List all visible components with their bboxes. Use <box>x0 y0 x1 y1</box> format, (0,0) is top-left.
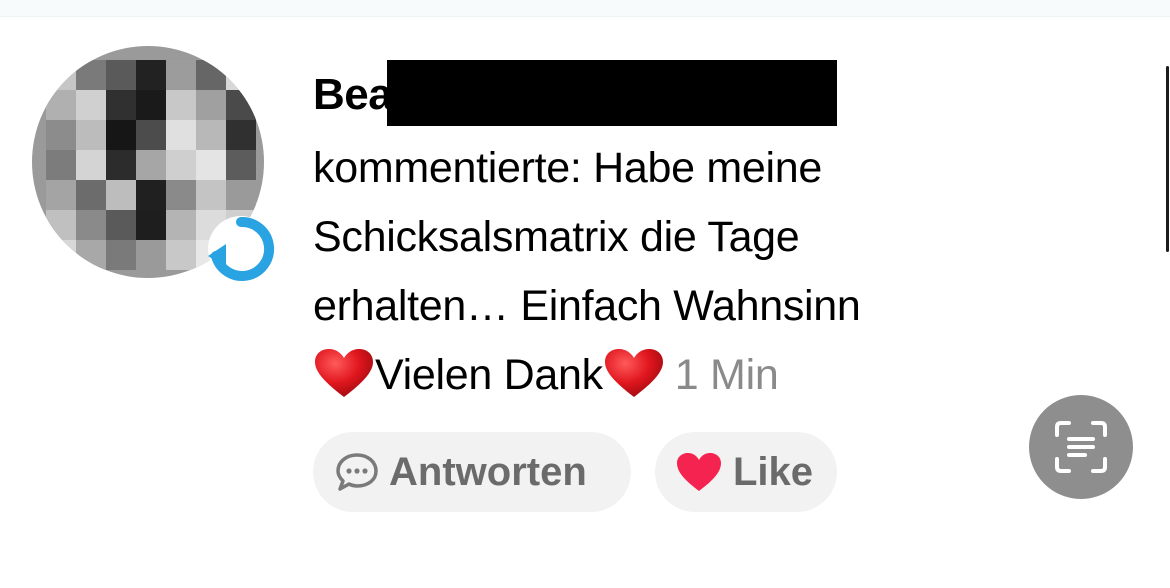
speech-bubble-icon <box>336 453 378 491</box>
reply-button-label: Antworten <box>389 449 587 494</box>
like-button[interactable]: Like <box>655 432 837 512</box>
redaction-bar <box>387 60 837 126</box>
comment-line: Schicksalsmatrix die Tage <box>313 213 800 261</box>
reply-button[interactable]: Antworten <box>313 432 631 512</box>
like-button-label: Like <box>733 449 814 494</box>
live-text-scan-button[interactable] <box>1029 395 1133 499</box>
comment-text: kommentierte: Habe meine Schicksalsmatri… <box>313 134 1033 410</box>
comment-block: Bea kommentierte: Habe meine Schicksalsm… <box>313 60 1113 410</box>
refresh-badge-icon <box>208 216 275 282</box>
live-text-scan-icon <box>1055 421 1107 473</box>
comment-line: kommentierte: Habe meine <box>313 144 823 192</box>
scroll-indicator <box>1166 66 1169 252</box>
top-divider-strip <box>0 0 1170 17</box>
comment-line-last: Vielen Dank 1 Min <box>313 341 1033 410</box>
username-row: Bea <box>313 60 1113 126</box>
red-heart-emoji-icon <box>315 349 373 397</box>
comment-line: erhalten… Einfach Wahnsinn <box>313 282 861 330</box>
red-heart-emoji-icon <box>604 349 663 397</box>
comment-thanks: Vielen Dank <box>375 351 603 399</box>
username[interactable]: Bea <box>313 70 393 120</box>
avatar-container[interactable] <box>26 40 275 284</box>
heart-icon <box>677 453 721 491</box>
timestamp: 1 Min <box>674 351 779 399</box>
